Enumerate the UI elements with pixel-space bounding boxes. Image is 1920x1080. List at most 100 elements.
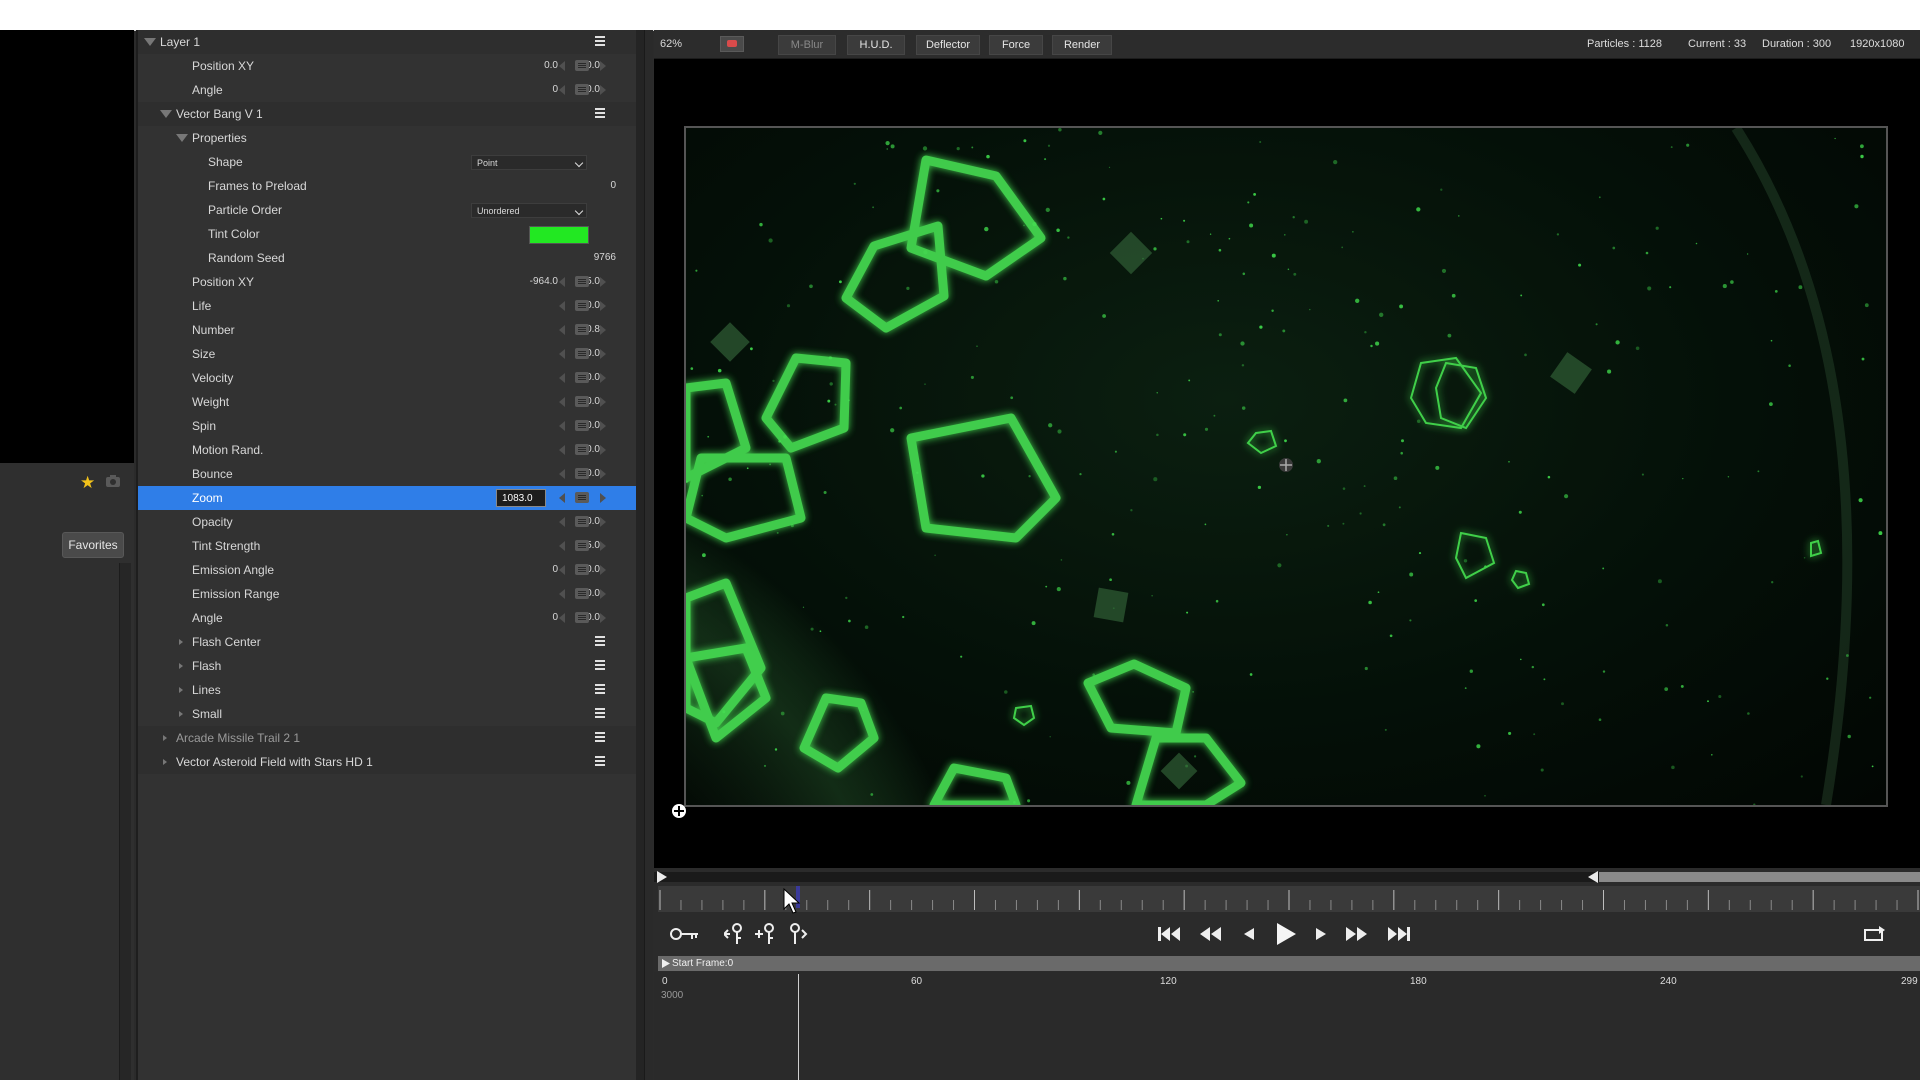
property-row[interactable]: Velocity100.0 <box>138 366 636 390</box>
prev-keyframe-icon[interactable] <box>559 445 565 455</box>
next-keyframe-icon[interactable] <box>600 445 606 455</box>
next-keyframe-icon[interactable] <box>600 517 606 527</box>
keyframe-button[interactable] <box>575 396 589 407</box>
hamburger-menu-icon[interactable] <box>595 756 605 768</box>
next-keyframe-icon[interactable] <box>600 469 606 479</box>
next-keyframe-icon[interactable] <box>600 589 606 599</box>
property-row[interactable]: Vector Asteroid Field with Stars HD 1 <box>138 750 636 774</box>
frame-ruler[interactable] <box>658 886 1920 912</box>
expand-triangle-icon[interactable] <box>144 38 156 46</box>
property-edit-field[interactable]: 1083.0 <box>496 489 546 507</box>
prev-keyframe-icon[interactable] <box>559 541 565 551</box>
camera-icon[interactable] <box>105 474 121 493</box>
collapse-triangle-icon[interactable] <box>163 735 167 741</box>
prev-keyframe-icon[interactable] <box>559 421 565 431</box>
prev-keyframe-icon[interactable] <box>559 493 565 503</box>
panel-divider[interactable] <box>644 30 653 1080</box>
keyframe-button[interactable] <box>575 324 589 335</box>
keyframe-button[interactable] <box>575 444 589 455</box>
property-row[interactable]: Emission Angle 0 0.0 <box>138 558 636 582</box>
property-row[interactable]: Number100.8 <box>138 318 636 342</box>
hamburger-menu-icon[interactable] <box>595 36 605 48</box>
keyframe-button[interactable] <box>575 300 589 311</box>
property-row[interactable]: Tint Strength 45.0 <box>138 534 636 558</box>
next-keyframe-icon[interactable] <box>600 565 606 575</box>
next-keyframe-icon[interactable] <box>600 349 606 359</box>
prev-keyframe-icon[interactable] <box>559 61 565 71</box>
next-keyframe-icon[interactable] <box>600 373 606 383</box>
mblur-button[interactable]: M-Blur <box>778 35 836 55</box>
go-to-end-icon[interactable] <box>1387 924 1411 944</box>
property-row[interactable]: Tint Color <box>138 222 636 246</box>
property-row[interactable]: Frames to Preload 0 <box>138 174 636 198</box>
rewind-icon[interactable] <box>1199 924 1223 944</box>
key-icon[interactable] <box>670 926 700 942</box>
next-keyframe-icon[interactable] <box>600 541 606 551</box>
property-row[interactable]: Position XY 0.0 0.0 <box>138 54 636 78</box>
origin-crosshair-icon[interactable] <box>671 803 687 819</box>
property-row[interactable]: Vector Bang V 1 <box>138 102 636 126</box>
zoom-level[interactable]: 62% <box>660 35 690 53</box>
property-dropdown[interactable]: Point <box>471 155 587 170</box>
play-icon[interactable] <box>1274 921 1298 947</box>
next-keyframe-icon[interactable] <box>600 493 606 503</box>
prev-keyframe-icon[interactable] <box>559 277 565 287</box>
range-end-handle[interactable] <box>1587 870 1599 884</box>
prev-keyframe-icon[interactable] <box>559 565 565 575</box>
range-start-handle[interactable] <box>656 870 668 884</box>
property-row[interactable]: Particle Order Unordered <box>138 198 636 222</box>
next-keyframe-icon[interactable] <box>600 61 606 71</box>
expand-triangle-icon[interactable] <box>176 134 188 142</box>
star-icon[interactable]: ★ <box>80 473 95 493</box>
playhead[interactable] <box>798 974 799 1080</box>
hamburger-menu-icon[interactable] <box>595 732 605 744</box>
property-row[interactable]: Angle 0 0.0 <box>138 78 636 102</box>
go-to-start-icon[interactable] <box>1157 924 1181 944</box>
property-row[interactable]: Life100.0 <box>138 294 636 318</box>
curve-graph[interactable]: 0 60 120 180 240 299 3000 <box>654 972 1920 1080</box>
collapse-triangle-icon[interactable] <box>163 759 167 765</box>
prev-keyframe-icon[interactable] <box>559 589 565 599</box>
property-row[interactable]: Spin100.0 <box>138 414 636 438</box>
property-row[interactable]: Flash <box>138 654 636 678</box>
collapse-triangle-icon[interactable] <box>179 663 183 669</box>
property-row[interactable]: Arcade Missile Trail 2 1 <box>138 726 636 750</box>
property-row[interactable]: Weight100.0 <box>138 390 636 414</box>
keyframe-button[interactable] <box>575 84 589 95</box>
property-row[interactable]: Lines <box>138 678 636 702</box>
loop-icon[interactable] <box>1862 924 1888 944</box>
property-row[interactable]: Size100.0 <box>138 342 636 366</box>
property-row[interactable]: Position XY-964.0555.0 <box>138 270 636 294</box>
prev-keyframe-icon[interactable] <box>559 517 565 527</box>
keyframe-button[interactable] <box>575 588 589 599</box>
property-row[interactable]: Small <box>138 702 636 726</box>
favorites-button[interactable]: Favorites <box>62 532 124 558</box>
expand-triangle-icon[interactable] <box>160 110 172 118</box>
start-frame-bar[interactable]: Start Frame:0 <box>658 956 1920 971</box>
range-fill[interactable] <box>1599 872 1920 882</box>
keyframe-button[interactable] <box>575 492 589 503</box>
property-row[interactable]: Opacity 80.0 <box>138 510 636 534</box>
next-keyframe-icon[interactable] <box>600 397 606 407</box>
property-value[interactable]: 9766 <box>566 246 616 270</box>
deflector-button[interactable]: Deflector <box>916 35 980 55</box>
fast-forward-icon[interactable] <box>1344 924 1368 944</box>
collapse-triangle-icon[interactable] <box>179 711 183 717</box>
keyframe-button[interactable] <box>575 60 589 71</box>
keyframe-button[interactable] <box>575 468 589 479</box>
property-row[interactable]: Random Seed 9766 <box>138 246 636 270</box>
next-keyframe-icon[interactable] <box>600 421 606 431</box>
prev-key-icon[interactable] <box>724 922 746 946</box>
panel-scrollbar[interactable] <box>636 30 644 1080</box>
property-row[interactable]: Zoom 1083.0 <box>138 486 636 510</box>
add-key-icon[interactable] <box>754 922 776 946</box>
property-value[interactable]: 0 <box>566 174 616 198</box>
property-dropdown[interactable]: Unordered <box>471 203 587 218</box>
next-keyframe-icon[interactable] <box>600 613 606 623</box>
prev-keyframe-icon[interactable] <box>559 85 565 95</box>
keyframe-button[interactable] <box>575 372 589 383</box>
next-keyframe-icon[interactable] <box>600 325 606 335</box>
prev-keyframe-icon[interactable] <box>559 613 565 623</box>
keyframe-button[interactable] <box>575 348 589 359</box>
force-button[interactable]: Force <box>989 35 1043 55</box>
